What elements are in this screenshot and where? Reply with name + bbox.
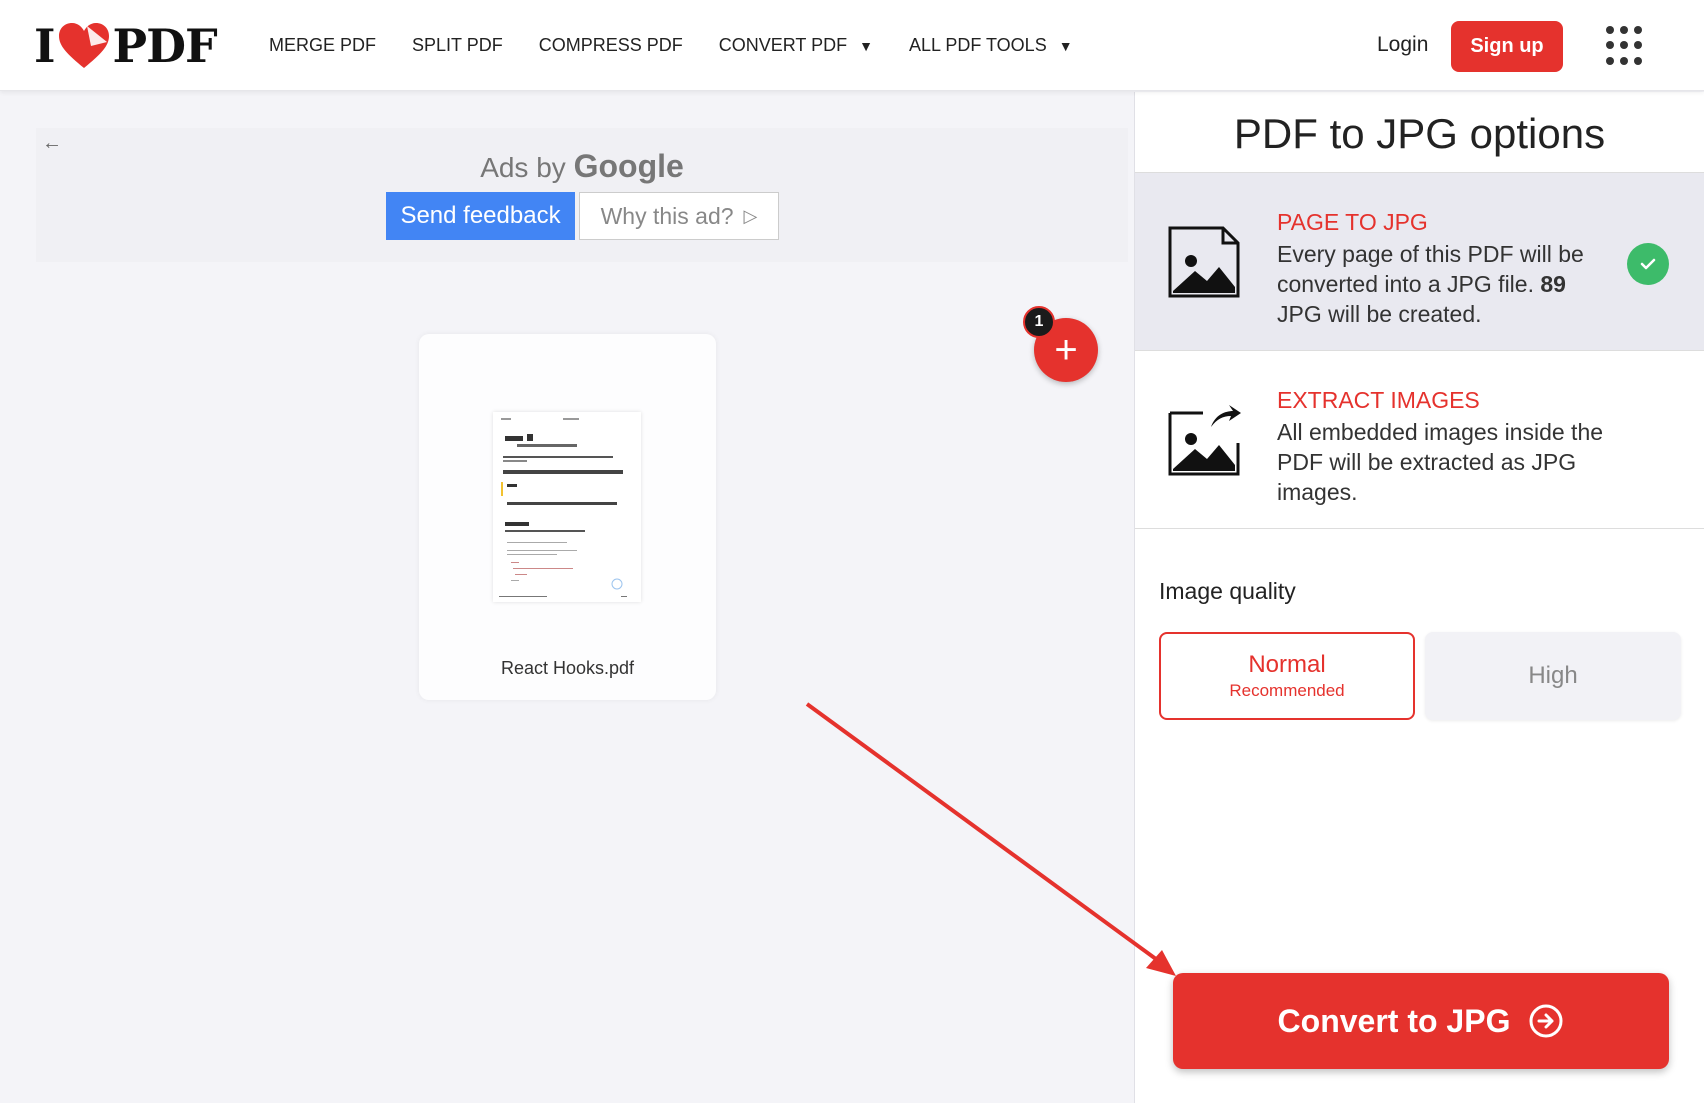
convert-label: Convert to JPG: [1277, 1002, 1511, 1039]
file-count-badge: 1: [1023, 306, 1055, 338]
image-quality-title: Image quality: [1159, 578, 1296, 604]
why-this-ad-label: Why this ad?: [600, 202, 734, 229]
caret-down-icon: ▼: [1058, 37, 1073, 54]
logo-letter-i: I: [34, 19, 56, 73]
signup-button[interactable]: Sign up: [1451, 21, 1563, 72]
option-page-to-jpg[interactable]: PAGE TO JPG Every page of this PDF will …: [1135, 172, 1704, 350]
plus-icon: +: [1054, 328, 1078, 372]
logo-text-pdf: PDF: [112, 19, 218, 73]
caret-down-icon: ▼: [859, 37, 873, 54]
nav-merge-pdf[interactable]: MERGE PDF: [269, 35, 376, 56]
send-feedback-button[interactable]: Send feedback: [386, 192, 575, 240]
quality-normal-button[interactable]: Normal Recommended: [1159, 632, 1415, 720]
options-sidebar: PDF to JPG options PAGE TO JPG Every pag…: [1134, 92, 1704, 1103]
sidebar-title: PDF to JPG options: [1233, 110, 1606, 157]
option-description: Every page of this PDF will be converted…: [1277, 239, 1617, 329]
option-description: All embedded images inside the PDF will …: [1277, 419, 1604, 505]
file-workspace: ← Ads by Google Send feedback Why this a…: [0, 92, 1134, 1103]
nav-split-pdf[interactable]: SPLIT PDF: [412, 35, 503, 56]
option-extract-images[interactable]: EXTRACT IMAGES All embedded images insid…: [1135, 350, 1704, 528]
nav-label: SPLIT PDF: [412, 35, 503, 55]
nav-label: ALL PDF TOOLS: [908, 35, 1047, 55]
top-header: I PDF MERGE PDF SPLIT PDF COMPRESS PDF C…: [0, 0, 1704, 91]
why-this-ad-button[interactable]: Why this ad? ▷: [579, 192, 779, 240]
nav-compress-pdf[interactable]: COMPRESS PDF: [539, 35, 683, 56]
ads-by-google: Ads by Google: [36, 148, 1128, 185]
image-file-icon: [1168, 226, 1240, 298]
ilovepdf-logo[interactable]: I PDF: [34, 19, 218, 73]
apps-grid-icon[interactable]: [1606, 26, 1646, 66]
nav-label: COMPRESS PDF: [538, 35, 683, 55]
option-name: PAGE TO JPG: [1277, 209, 1428, 235]
convert-to-jpg-button[interactable]: Convert to JPG: [1173, 973, 1669, 1069]
quality-normal-label: Normal: [1248, 651, 1326, 678]
image-share-icon: [1168, 405, 1241, 476]
quality-high-label: High: [1528, 662, 1578, 689]
ad-banner: ← Ads by Google Send feedback Why this a…: [36, 128, 1128, 262]
login-link[interactable]: Login: [1377, 33, 1428, 57]
play-triangle-icon: ▷: [743, 205, 758, 226]
ads-by-label: Ads by: [480, 152, 566, 183]
option-description-text: JPG will be created.: [1277, 301, 1482, 327]
heart-logo-icon: [58, 23, 109, 68]
google-wordmark: Google: [573, 148, 684, 184]
pdf-page-thumbnail: [493, 412, 641, 602]
file-name: React Hooks.pdf: [500, 658, 635, 678]
option-description-text: Every page of this PDF will be converted…: [1277, 241, 1584, 297]
nav-label: MERGE PDF: [269, 35, 377, 55]
nav-convert-pdf[interactable]: CONVERT PDF ▼: [719, 35, 873, 56]
arrow-right-circle-icon: [1529, 1004, 1563, 1038]
file-card[interactable]: React Hooks.pdf: [419, 334, 716, 700]
main-nav: MERGE PDF SPLIT PDF COMPRESS PDF CONVERT…: [269, 0, 1109, 91]
jpg-count: 89: [1540, 271, 1566, 297]
quality-high-button[interactable]: High: [1425, 632, 1681, 720]
nav-label: CONVERT PDF: [718, 35, 848, 55]
option-name: EXTRACT IMAGES: [1277, 387, 1480, 413]
selected-check-icon: [1627, 243, 1669, 285]
nav-all-pdf-tools[interactable]: ALL PDF TOOLS ▼: [909, 35, 1073, 56]
quality-recommended-label: Recommended: [1229, 681, 1345, 700]
divider: [1135, 528, 1704, 529]
